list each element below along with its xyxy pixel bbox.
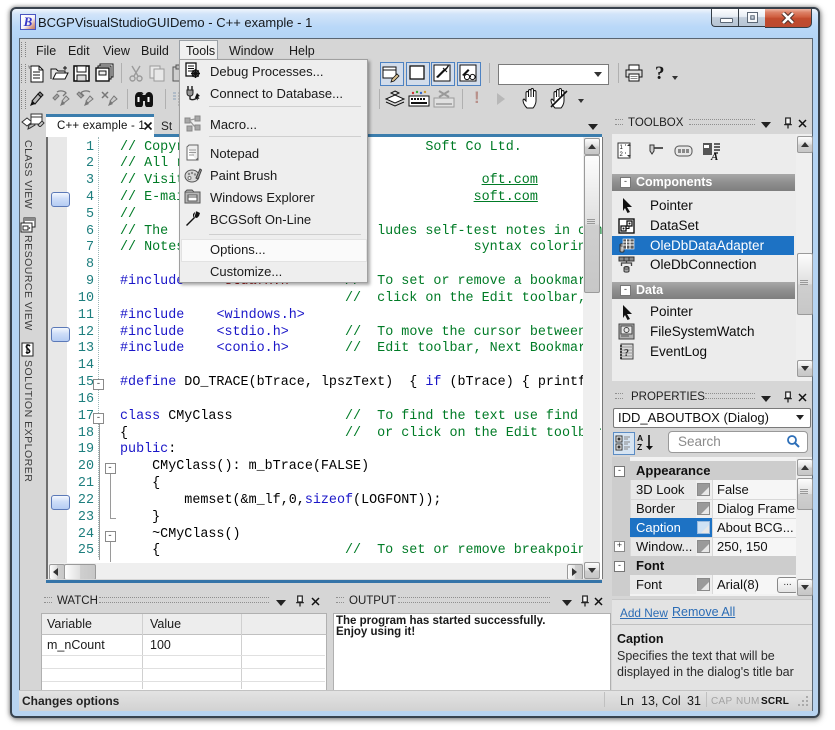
svg-text:?: ? [624,348,629,359]
svg-text:Z: Z [637,442,642,452]
svg-text:A: A [710,151,718,161]
